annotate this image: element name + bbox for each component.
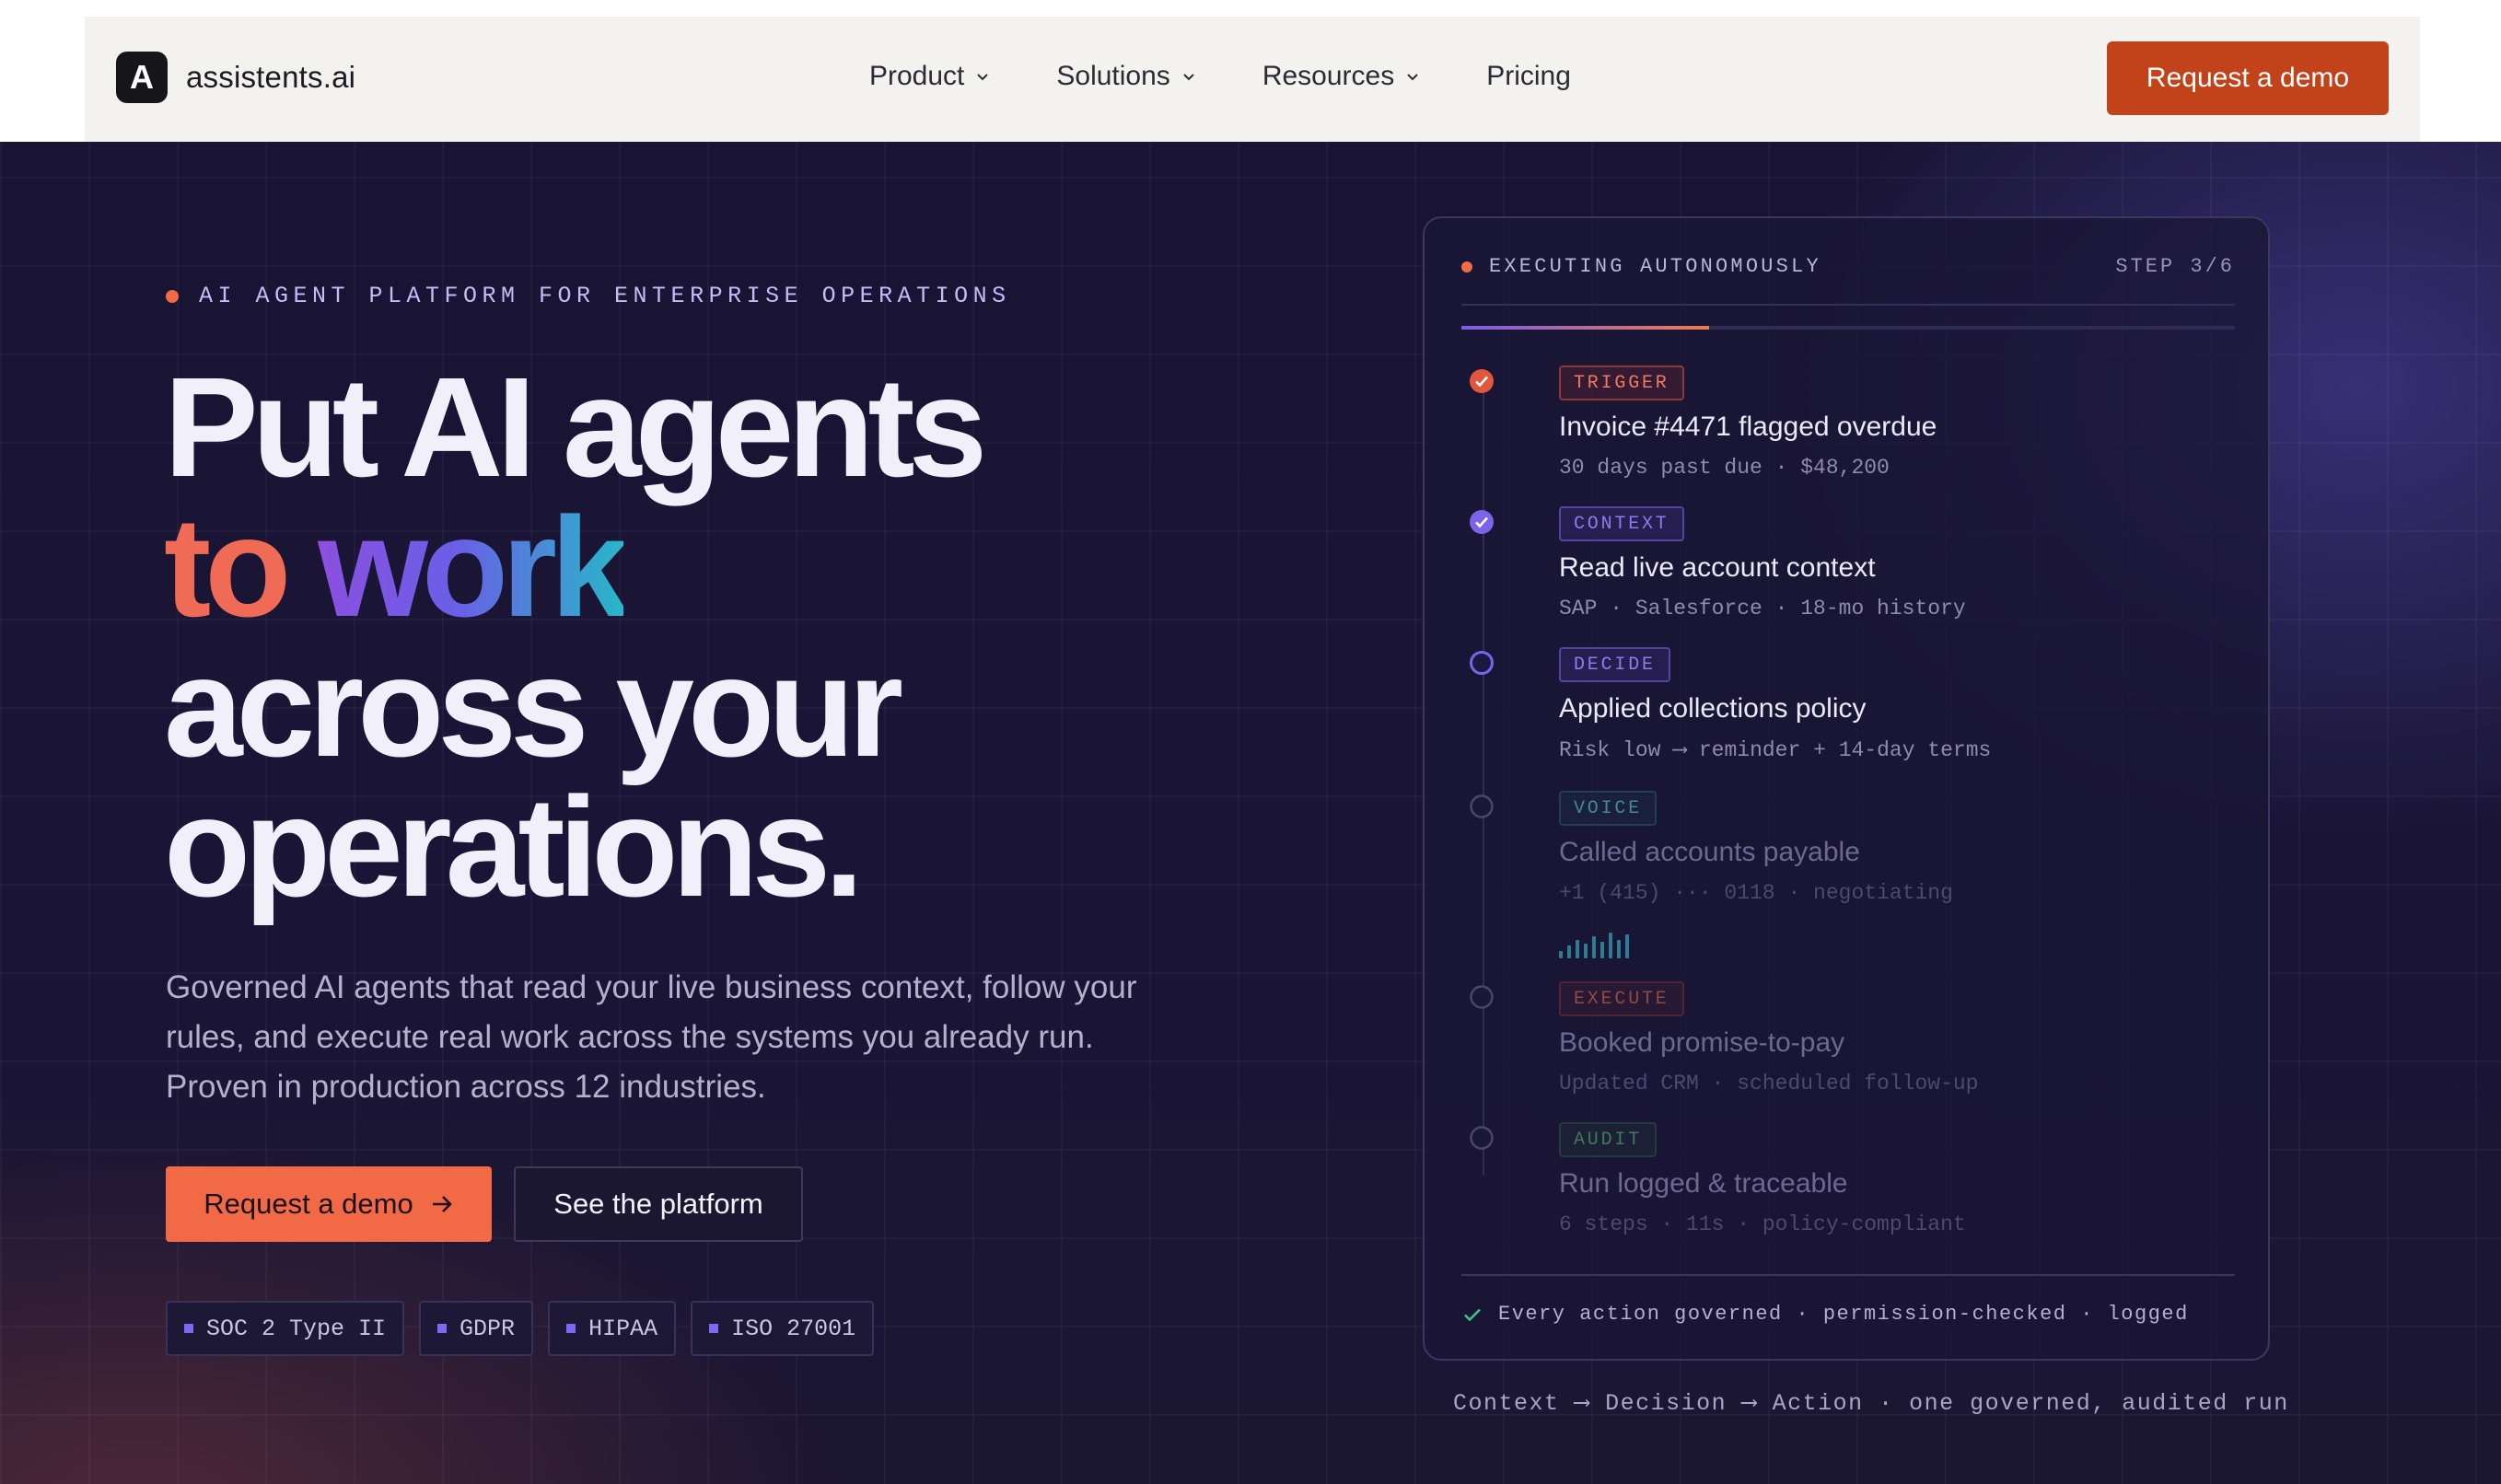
step-title: Called accounts payable — [1559, 837, 1860, 867]
agent-run-panel: EXECUTING AUTONOMOUSLY STEP 3/6 TRIGGER … — [1423, 216, 2270, 1361]
chevron-down-icon — [977, 74, 989, 81]
divider — [1461, 304, 2235, 306]
step-tag: EXECUTE — [1559, 981, 1684, 1016]
nav-pricing[interactable]: Pricing — [1486, 61, 1571, 92]
request-demo-label: Request a demo — [204, 1188, 413, 1220]
badge-square-icon — [566, 1324, 576, 1333]
step-meta: 6 steps · 11s · policy-compliant — [1559, 1212, 1966, 1236]
brand-name: assistents.ai — [186, 60, 356, 94]
nav-solutions[interactable]: Solutions — [1056, 61, 1195, 92]
nav-label: Pricing — [1486, 61, 1571, 91]
progress-bar-fill — [1461, 326, 1709, 330]
hero-cta-row: Request a demo See the platform — [166, 1166, 803, 1242]
logo-mark: A — [116, 52, 168, 103]
pending-circle-icon — [1470, 1126, 1494, 1150]
compliance-badge: HIPAA — [548, 1301, 677, 1356]
headline-line-2: to work — [164, 496, 1269, 638]
compliance-badge: SOC 2 Type II — [166, 1301, 405, 1356]
step-tag: DECIDE — [1559, 647, 1670, 682]
badge-label: HIPAA — [588, 1315, 658, 1342]
nav-product[interactable]: Product — [869, 61, 990, 92]
headline-line-3: across your — [164, 628, 903, 786]
nav-request-demo-button[interactable]: Request a demo — [2107, 41, 2389, 115]
chevron-down-icon — [1407, 74, 1418, 81]
headline-line-1: Put AI agents — [164, 348, 987, 506]
panel-footer-text: Every action governed · permission-check… — [1498, 1303, 2189, 1326]
panel-footer: Every action governed · permission-check… — [1461, 1303, 2189, 1326]
step-meta: Updated CRM · scheduled follow-up — [1559, 1072, 1979, 1096]
pending-circle-icon — [1470, 985, 1494, 1009]
hero-lede: Governed AI agents that read your live b… — [166, 969, 1137, 1105]
see-platform-button[interactable]: See the platform — [514, 1166, 803, 1242]
step-title: Read live account context — [1559, 552, 1876, 583]
hero-headline: Put AI agents to work across your operat… — [164, 348, 1269, 926]
badge-square-icon — [709, 1324, 719, 1333]
panel-caption: Context ⟶ Decision ⟶ Action · one govern… — [1453, 1390, 2289, 1417]
panel-step-counter: STEP 3/6 — [2115, 255, 2235, 278]
panel-header: EXECUTING AUTONOMOUSLY STEP 3/6 — [1461, 255, 2235, 278]
headline-line-4: operations. — [164, 768, 864, 926]
check-icon — [1464, 1308, 1481, 1321]
chevron-down-icon — [1183, 74, 1194, 81]
navbar: A assistents.ai Product Solutions Resour… — [85, 17, 2420, 142]
nav-label: Product — [869, 61, 965, 91]
status-dot-icon — [1461, 261, 1472, 272]
hero-eyebrow: AI AGENT PLATFORM FOR ENTERPRISE OPERATI… — [166, 283, 1011, 309]
step-title: Applied collections policy — [1559, 693, 1867, 724]
step-tag: AUDIT — [1559, 1122, 1658, 1157]
compliance-badge: ISO 27001 — [691, 1301, 875, 1356]
compliance-badge: GDPR — [419, 1301, 534, 1356]
badge-square-icon — [437, 1324, 448, 1333]
headline-word-to: to — [164, 488, 291, 646]
eyebrow-text: AI AGENT PLATFORM FOR ENTERPRISE OPERATI… — [199, 283, 1011, 309]
step-meta: +1 (415) ··· 0118 · negotiating — [1559, 881, 1953, 905]
badge-label: ISO 27001 — [731, 1315, 856, 1342]
brand-logo[interactable]: A assistents.ai — [116, 52, 355, 103]
panel-status: EXECUTING AUTONOMOUSLY — [1489, 255, 1821, 278]
badge-square-icon — [184, 1324, 193, 1333]
arrow-right-icon — [432, 1196, 452, 1212]
status-dot-icon — [166, 289, 179, 303]
headline-word-work: work — [318, 488, 629, 646]
step-meta: SAP · Salesforce · 18-mo history — [1559, 597, 1966, 620]
voice-waveform-icon — [1559, 931, 1634, 958]
divider — [1461, 1274, 2235, 1276]
badge-label: SOC 2 Type II — [206, 1315, 387, 1342]
nav-resources[interactable]: Resources — [1262, 61, 1420, 92]
active-circle-icon — [1470, 651, 1494, 675]
check-circle-icon — [1470, 369, 1494, 393]
nav-label: Solutions — [1056, 61, 1170, 91]
step-tag: TRIGGER — [1559, 365, 1684, 400]
nav-links: Product Solutions Resources Pricing — [869, 61, 1637, 92]
check-circle-icon — [1470, 510, 1494, 534]
step-tag: CONTEXT — [1559, 506, 1684, 541]
request-demo-button[interactable]: Request a demo — [166, 1166, 492, 1242]
step-title: Invoice #4471 flagged overdue — [1559, 412, 1937, 442]
step-meta: Risk low ⟶ reminder + 14-day terms — [1559, 738, 1992, 762]
step-tag: VOICE — [1559, 791, 1658, 826]
step-meta: 30 days past due · $48,200 — [1559, 456, 1890, 480]
badge-label: GDPR — [459, 1315, 516, 1342]
progress-bar — [1461, 326, 2235, 330]
pending-circle-icon — [1470, 794, 1494, 818]
compliance-badges: SOC 2 Type II GDPR HIPAA ISO 27001 — [166, 1301, 889, 1356]
step-title: Booked promise-to-pay — [1559, 1027, 1845, 1058]
step-title: Run logged & traceable — [1559, 1168, 1848, 1199]
nav-label: Resources — [1262, 61, 1395, 91]
